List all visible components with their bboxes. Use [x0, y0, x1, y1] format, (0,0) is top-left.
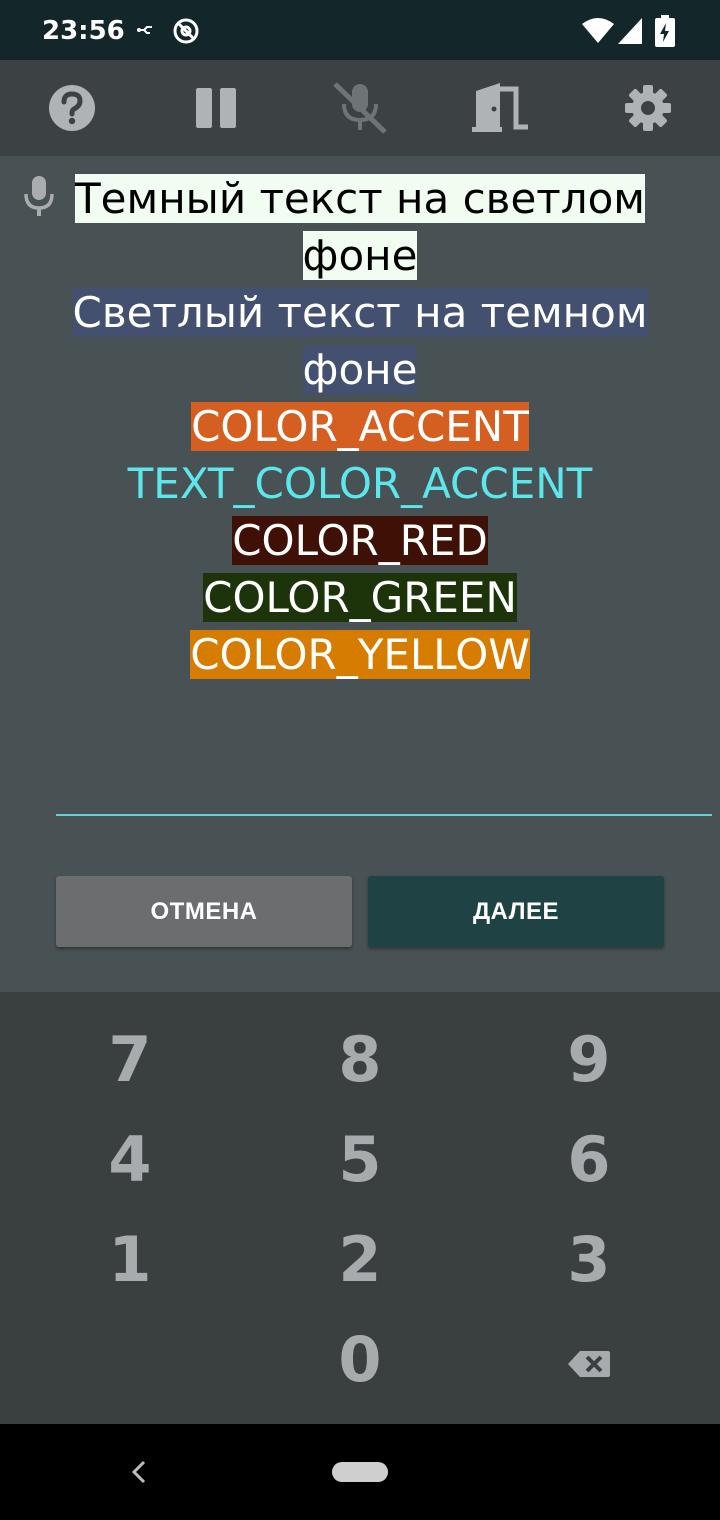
key-7[interactable]: 7	[40, 1012, 220, 1108]
next-button[interactable]: ДАЛЕЕ	[368, 876, 664, 947]
message-color-accent: COLOR_ACCENT	[191, 402, 529, 451]
exit-button[interactable]	[470, 74, 538, 142]
message-line: COLOR_GREEN	[66, 569, 654, 626]
cancel-button[interactable]: ОТМЕНА	[56, 876, 352, 947]
message-color-yellow: COLOR_YELLOW	[190, 630, 530, 679]
message-light-on-dark: Светлый текст на темном фоне	[72, 288, 648, 394]
message-dark-on-light: Темный текст на светлом фоне	[75, 174, 645, 280]
toolbar	[0, 60, 720, 156]
key-3[interactable]: 3	[499, 1212, 679, 1308]
message-color-red: COLOR_RED	[232, 516, 488, 565]
message-color-green: COLOR_GREEN	[203, 573, 517, 622]
home-pill[interactable]	[332, 1462, 388, 1482]
pause-button[interactable]	[182, 74, 250, 142]
message-line: COLOR_YELLOW	[66, 626, 654, 683]
key-1[interactable]: 1	[40, 1212, 220, 1308]
key-2[interactable]: 2	[270, 1212, 450, 1308]
pause-icon	[196, 88, 236, 128]
message-line: COLOR_ACCENT	[66, 398, 654, 455]
battery-charging-icon	[655, 15, 675, 47]
message-line: Темный текст на светлом фоне	[66, 170, 654, 284]
mic-off-button[interactable]	[326, 74, 394, 142]
help-button[interactable]	[38, 74, 106, 142]
key-0[interactable]: 0	[270, 1312, 450, 1408]
mic-off-icon	[333, 82, 387, 134]
key-9[interactable]: 9	[499, 1012, 679, 1108]
navigation-bar	[0, 1424, 720, 1520]
status-bar: 23:56	[0, 0, 720, 60]
message-line: Светлый текст на темном фоне	[66, 284, 654, 398]
message-line: COLOR_RED	[66, 512, 654, 569]
settings-button[interactable]	[614, 74, 682, 142]
message-list: Темный текст на светлом фоне Светлый тек…	[66, 170, 654, 683]
numeric-keypad: 7 8 9 4 5 6 1 2 3 0	[0, 992, 720, 1424]
signal-icon	[618, 18, 642, 44]
key-6[interactable]: 6	[499, 1112, 679, 1208]
key-4[interactable]: 4	[40, 1112, 220, 1208]
message-line: TEXT_COLOR_ACCENT	[66, 455, 654, 512]
back-icon[interactable]	[130, 1460, 148, 1484]
settings-icon	[625, 85, 671, 131]
key-5[interactable]: 5	[270, 1112, 450, 1208]
exit-door-icon	[472, 83, 528, 132]
key-backspace[interactable]	[499, 1312, 679, 1408]
wifi-icon	[582, 18, 614, 43]
input-underline[interactable]	[56, 814, 712, 816]
status-time: 23:56	[42, 16, 125, 46]
no-disturb-icon	[173, 18, 199, 44]
message-text-color-accent: TEXT_COLOR_ACCENT	[127, 459, 593, 508]
key-8[interactable]: 8	[270, 1012, 450, 1108]
help-icon	[49, 85, 95, 131]
usb-debug-icon	[137, 26, 152, 34]
microphone-icon	[24, 176, 54, 216]
message-area: Темный текст на светлом фоне Светлый тек…	[0, 156, 720, 992]
backspace-icon	[568, 1350, 610, 1377]
